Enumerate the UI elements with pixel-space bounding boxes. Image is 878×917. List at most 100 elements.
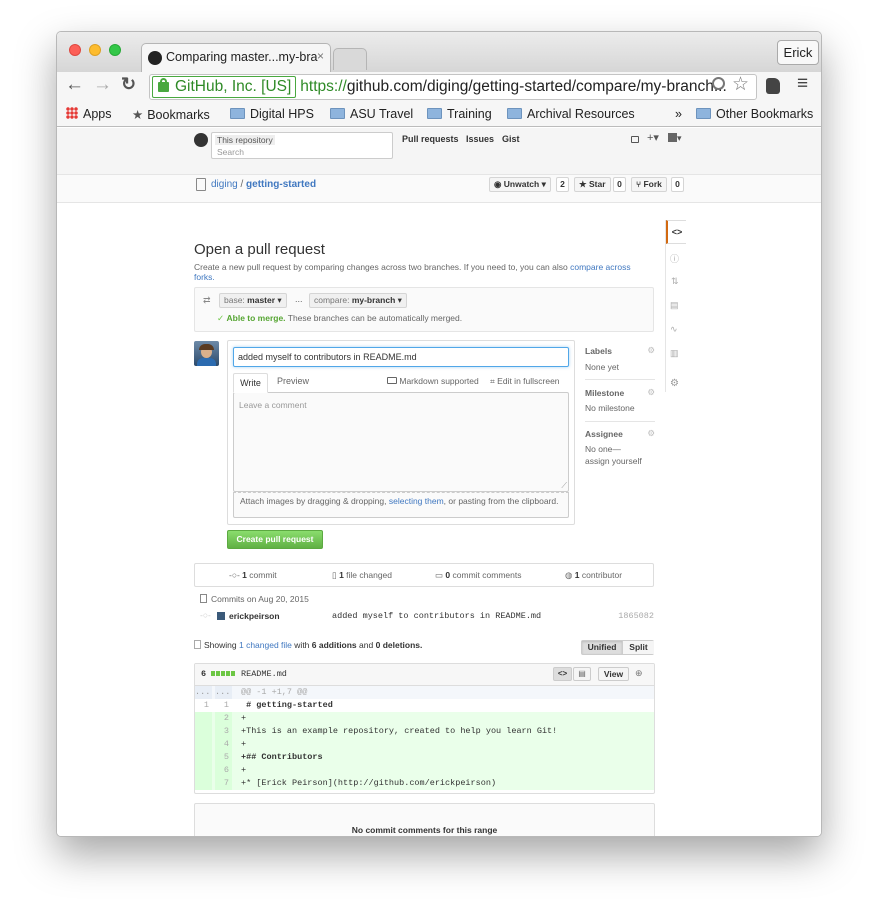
graphs-tab-icon[interactable]: ▥ — [670, 348, 679, 359]
new-line-number[interactable]: 3 — [215, 725, 232, 738]
issues-tab-icon[interactable]: ⓘ — [670, 252, 679, 265]
new-line-number[interactable]: 6 — [215, 764, 232, 777]
search-icon[interactable] — [712, 77, 725, 90]
repo-owner-link[interactable]: diging — [211, 179, 238, 190]
desktop-icon[interactable]: ⊕ — [635, 668, 643, 679]
old-line-number[interactable] — [195, 764, 212, 777]
profile-button[interactable]: Erick — [777, 40, 819, 65]
split-button[interactable]: Split — [622, 641, 654, 654]
labels-gear-icon[interactable]: ⚙ — [647, 345, 655, 356]
forward-icon[interactable]: → — [93, 74, 112, 96]
new-line-number[interactable]: 2 — [215, 712, 232, 725]
plus-dropdown-icon[interactable]: +▾ — [647, 131, 659, 144]
compare-icon: ⇄ — [203, 295, 211, 305]
attach-images-hint[interactable]: Attach images by dragging & dropping, se… — [233, 492, 569, 518]
browser-tab-active[interactable]: Comparing master...my-bra × — [141, 43, 331, 72]
milestone-section[interactable]: Milestone ⚙ No milestone — [585, 382, 655, 422]
code-tab-icon[interactable]: <> — [666, 220, 686, 244]
tab-preview[interactable]: Preview — [277, 376, 309, 386]
pr-title-input[interactable]: added myself to contributors in README.m… — [233, 347, 569, 367]
compare-branch-select[interactable]: compare: my-branch ▾ — [309, 293, 407, 308]
bookmark-bookmarks[interactable]: ★ Bookmarks — [132, 107, 210, 122]
rich-diff-button[interactable]: ▤ — [573, 667, 591, 681]
create-pull-request-button[interactable]: Create pull request — [227, 530, 323, 549]
zoom-window-button[interactable] — [109, 44, 121, 56]
code-view-button[interactable]: <> — [553, 667, 572, 681]
new-tab-button[interactable] — [333, 48, 367, 70]
settings-tab-icon[interactable]: ⚙ — [670, 378, 679, 389]
bookmark-archival-resources[interactable]: Archival Resources — [507, 107, 635, 121]
reload-icon[interactable]: ↻ — [121, 74, 136, 95]
stars-count[interactable]: 0 — [613, 177, 626, 192]
ev-certificate-badge[interactable]: GitHub, Inc. [US] — [152, 76, 297, 98]
close-window-button[interactable] — [69, 44, 81, 56]
milestone-gear-icon[interactable]: ⚙ — [647, 387, 655, 398]
back-icon[interactable]: ← — [65, 74, 84, 96]
select-images-link[interactable]: selecting them — [389, 496, 444, 506]
bookmark-digital-hps[interactable]: Digital HPS — [230, 107, 314, 121]
old-line-number[interactable] — [195, 725, 212, 738]
tab-close-icon[interactable]: × — [317, 49, 324, 63]
pulse-tab-icon[interactable]: ∿ — [670, 324, 678, 335]
search-box[interactable]: This repository Search — [211, 132, 393, 159]
old-line-number[interactable]: 1 — [195, 699, 212, 712]
bookmarks-overflow-button[interactable]: » — [675, 107, 682, 121]
assign-yourself-link[interactable]: assign yourself — [585, 456, 642, 466]
summary-comments[interactable]: ▭ 0 commit comments — [435, 570, 521, 581]
assignee-section[interactable]: Assignee ⚙ No one— assign yourself — [585, 423, 655, 473]
markdown-supported-link[interactable]: Markdown supported — [387, 376, 479, 386]
evernote-extension-icon[interactable] — [766, 78, 780, 94]
notifications-icon[interactable] — [631, 136, 639, 143]
comment-textarea[interactable]: Leave a comment ⟋ — [233, 392, 569, 492]
textarea-resize-handle[interactable]: ⟋ — [561, 481, 567, 491]
commit-message[interactable]: added myself to contributors in README.m… — [332, 611, 541, 621]
summary-commits[interactable]: -○- 1 commit — [229, 570, 277, 580]
page-content: This repository Search Pull requests Iss… — [57, 128, 821, 836]
summary-contributors[interactable]: ◍ 1 contributor — [565, 570, 622, 581]
bookmark-apps[interactable]: Apps — [66, 107, 112, 121]
nav-issues[interactable]: Issues — [466, 134, 494, 144]
watchers-count[interactable]: 2 — [556, 177, 569, 192]
address-bar[interactable]: GitHub, Inc. [US] https://github.com/dig… — [149, 74, 757, 100]
wiki-tab-icon[interactable]: ▤ — [670, 300, 679, 311]
menu-icon[interactable]: ≡ — [797, 73, 808, 95]
bookmark-star-icon[interactable]: ☆ — [732, 73, 749, 96]
pull-requests-tab-icon[interactable]: ⇅ — [671, 276, 679, 287]
unwatch-button[interactable]: ◉ Unwatch ▾ — [489, 177, 551, 192]
github-octocat-icon[interactable] — [194, 133, 208, 147]
assignee-gear-icon[interactable]: ⚙ — [647, 428, 655, 439]
fork-button[interactable]: ⑂ Fork — [631, 177, 667, 192]
commit-sha[interactable]: 1865082 — [618, 611, 654, 621]
repo-name-link[interactable]: getting-started — [246, 179, 316, 190]
tab-write[interactable]: Write — [233, 373, 268, 393]
forks-count[interactable]: 0 — [671, 177, 684, 192]
view-file-button[interactable]: View — [598, 667, 629, 681]
old-line-number[interactable] — [195, 738, 212, 751]
commit-author[interactable]: erickpeirson — [229, 611, 280, 621]
bookmark-training[interactable]: Training — [427, 107, 492, 121]
minimize-window-button[interactable] — [89, 44, 101, 56]
hunk-new-ellipsis[interactable]: ... — [215, 686, 232, 699]
file-name[interactable]: README.md — [241, 669, 287, 679]
bookmark-asu-travel[interactable]: ASU Travel — [330, 107, 413, 121]
old-line-number[interactable] — [195, 751, 212, 764]
new-line-number[interactable]: 5 — [215, 751, 232, 764]
base-branch-select[interactable]: base: master ▾ — [219, 293, 287, 308]
new-line-number[interactable]: 4 — [215, 738, 232, 751]
nav-pull-requests[interactable]: Pull requests — [402, 134, 459, 144]
bookmark-other-bookmarks[interactable]: Other Bookmarks — [696, 107, 813, 121]
new-line-number[interactable]: 7 — [215, 777, 232, 790]
star-button[interactable]: ★ Star — [574, 177, 611, 192]
old-line-number[interactable] — [195, 712, 212, 725]
nav-gist[interactable]: Gist — [502, 134, 520, 144]
fullscreen-link[interactable]: ⌗ Edit in fullscreen — [490, 376, 560, 387]
unified-button[interactable]: Unified — [582, 641, 622, 654]
labels-section[interactable]: Labels ⚙ None yet — [585, 340, 655, 380]
changed-files-link[interactable]: 1 changed file — [239, 640, 292, 650]
hunk-old-ellipsis[interactable]: ... — [195, 686, 212, 699]
avatar-dropdown-icon[interactable]: ▾ — [668, 133, 682, 144]
folder-icon — [330, 108, 345, 119]
old-line-number[interactable] — [195, 777, 212, 790]
summary-files[interactable]: ▯ 1 file changed — [332, 570, 392, 581]
new-line-number[interactable]: 1 — [215, 699, 232, 712]
